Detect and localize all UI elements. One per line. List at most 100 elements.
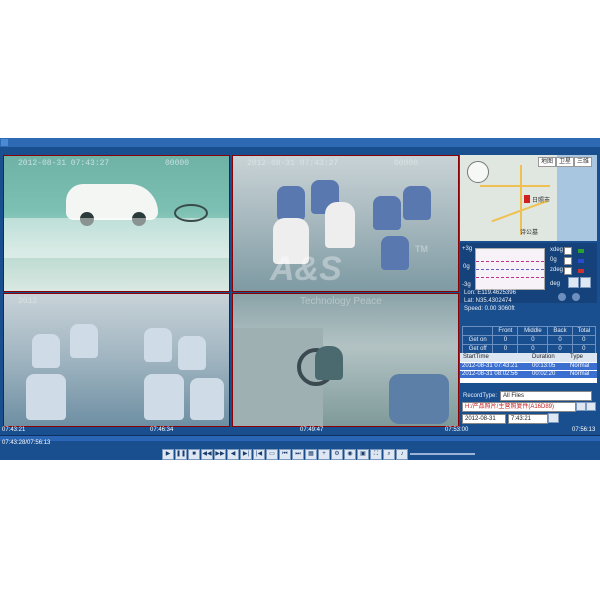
road [520,165,522,235]
column-header[interactable]: Type [570,354,583,360]
settings-icon[interactable]: ⚙ [331,449,343,460]
seat-shape [144,374,184,420]
camera-view-3[interactable]: 2012 [3,293,230,427]
step-forward-icon[interactable]: ▶| [240,449,252,460]
sensor-checkbox[interactable] [564,247,572,255]
record-controls: RecordType: All Files H:/产品照片/主营照复件(A16D… [460,390,597,425]
sensor-flag-label: deg [550,281,561,287]
sensor-settings-icon[interactable] [568,277,579,288]
sensor-flag-label: 0g [550,257,557,263]
watermark-tm: TM [415,244,428,254]
playback-position: 07:43:28/07:56:13 [2,440,51,446]
camera-view-4[interactable] [232,293,459,427]
sensor-export-icon[interactable] [580,277,591,288]
previous-icon[interactable]: ⏮ [279,449,291,460]
table-row: Get on 0 0 0 0 [461,335,597,345]
g-sensor-graph [475,248,545,290]
column-header[interactable]: StartTime [463,354,489,360]
next-icon[interactable]: ⏭ [292,449,304,460]
play-icon[interactable]: ▶ [162,449,174,460]
table-cell: 0 [571,335,597,345]
table-header-cell: Middle [517,326,549,336]
app-icon [1,139,8,146]
column-header[interactable]: Duration [532,354,555,360]
file-row[interactable]: 2012-08-31 08:02:56 00:02:20 Normal [460,371,597,378]
g-sensor-bottom-label: -3g [462,282,471,288]
camera-view-1[interactable]: 2012-08-31 07:43:27 00000 [3,155,230,292]
record-type-label: RecordType: [463,393,498,399]
record-date-picker[interactable]: 2012-08-31 [462,414,506,424]
table-cell: 0 [492,335,519,345]
record-path-field[interactable]: H:/产品照片/主营照复件(A16D89) [462,402,576,412]
sensor-flag-label: xdeg [550,247,564,253]
file-start-time: 2012-08-31 08:02:56 [462,371,518,377]
camera-view-2[interactable]: 2012-08-31 07:43:27 00000 [232,155,459,292]
table-header-cell: Front [492,326,519,336]
seat-shape [381,236,409,270]
file-duration: 00:02:20 [532,371,556,377]
seat-shape [277,186,305,220]
map-button-3d[interactable]: 三维 [574,157,593,167]
gps-info: Lon: E119.4625396 Lat: N35.4302474 Speed… [460,290,597,325]
file-row[interactable]: 2012-08-31 07:43:21 00:13:05 Normal [460,363,597,370]
series-color-swatch [578,249,584,253]
table-header-cell: Back [547,326,573,336]
sensor-checkbox[interactable] [564,267,572,275]
step-back-icon[interactable]: |◀ [253,449,265,460]
file-type: Normal [570,363,590,369]
timeline-tick: 07:49:47 [300,427,324,433]
graph-line [476,277,544,278]
export-icon[interactable]: ▣ [357,449,369,460]
search-folder-icon[interactable] [586,402,596,411]
table-header-cell [461,326,494,336]
watermark-subtitle: Technology Peace [300,296,382,307]
volume-slider[interactable] [410,453,475,455]
sea-area [557,155,597,241]
map-city-label: 日照市 [532,198,551,204]
volume-icon[interactable]: ♪ [396,449,408,460]
sensor-nav-icon[interactable] [558,293,566,301]
search-icon[interactable] [548,413,559,423]
open-file-icon[interactable]: ▭ [266,449,278,460]
fast-forward-icon[interactable]: ▶▶ [214,449,226,460]
recording-file-list[interactable]: StartTime Duration Type 2012-08-31 07:43… [460,353,597,383]
search-icon[interactable]: ⌕ [383,449,395,460]
title-bar [0,138,600,147]
passenger-shape [325,202,355,248]
capture-icon[interactable]: ◉ [344,449,356,460]
file-start-time: 2012-08-31 07:43:21 [462,363,518,369]
gps-longitude: Lon: E119.4625396 [464,290,516,296]
slow-icon[interactable]: ◀ [227,449,239,460]
playback-timeline[interactable]: 07:43:21 07:46:34 07:49:47 07:53:00 07:5… [0,427,600,441]
rewind-icon[interactable]: ◀◀ [201,449,213,460]
folder-open-icon[interactable] [576,402,586,411]
graph-line [476,269,544,270]
table-header-row: Front Middle Back Total [461,326,597,336]
watermark-logo: A&S [270,250,342,288]
file-list-header: StartTime Duration Type [460,353,597,362]
map-pan-control[interactable] [467,161,489,183]
gps-map[interactable]: 地图 卫星 三维 日照市 诗公墓 [460,155,597,241]
pause-icon[interactable]: ❚❚ [175,449,187,460]
timeline-tick: 07:53:00 [445,427,469,433]
stop-icon[interactable]: ■ [188,449,200,460]
record-time-picker[interactable]: 7:43:21 [508,414,548,424]
zoom-in-icon[interactable]: + [318,449,330,460]
gps-speed: Speed: 0.00 3060ft [464,306,515,312]
file-type: Normal [570,371,590,377]
sensor-checkbox[interactable] [564,257,572,265]
graph-line [476,261,544,262]
table-cell: 0 [517,335,549,345]
map-button-satellite[interactable]: 卫星 [556,157,575,167]
split-view-icon[interactable]: ▦ [305,449,317,460]
g-sensor-mid-label: 0g [463,264,470,270]
fullscreen-icon[interactable]: ⛶ [370,449,382,460]
seat-shape [403,186,431,220]
map-button-map[interactable]: 地图 [538,157,557,167]
ground [4,218,229,258]
sensor-nav-icon[interactable] [572,293,580,301]
seat-shape [178,336,206,370]
record-type-select[interactable]: All Files [500,391,592,401]
file-duration: 00:13:05 [532,363,556,369]
vehicle-marker-icon [524,195,530,203]
